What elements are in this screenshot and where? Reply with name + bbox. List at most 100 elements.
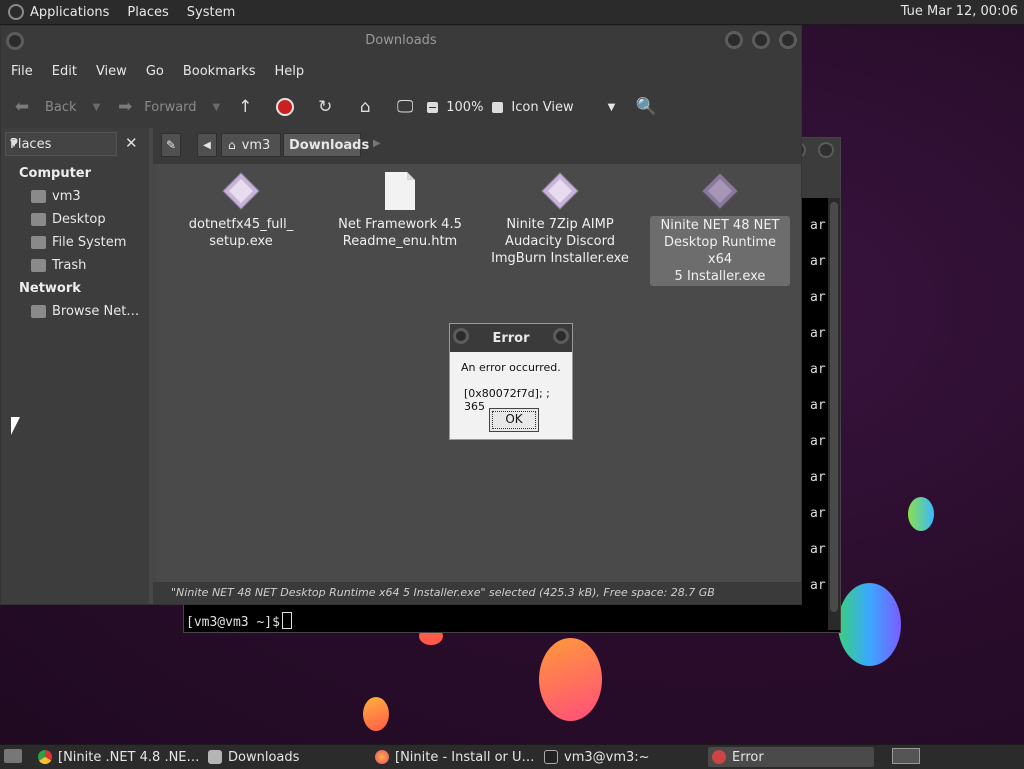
workspace-switcher-icon[interactable] xyxy=(892,748,920,764)
file-item[interactable]: Ninite 7Zip AIMP Audacity Discord ImgBur… xyxy=(490,164,630,267)
terminal-scroll-thumb[interactable] xyxy=(830,202,838,612)
task-terminal[interactable]: vm3@vm3:~ xyxy=(544,747,694,767)
view-mode-select[interactable]: Icon View ▼ xyxy=(511,100,615,115)
chevron-left-icon: ◀ xyxy=(203,139,211,151)
task-label: Error xyxy=(732,749,764,765)
network-icon xyxy=(31,305,46,318)
terminal-line: ar xyxy=(810,218,826,233)
section-computer: Computer xyxy=(19,166,92,181)
menu-system[interactable]: System xyxy=(187,5,235,20)
dialog-titlebar[interactable]: Error xyxy=(450,324,572,352)
menu-bookmarks[interactable]: Bookmarks xyxy=(183,64,256,79)
places-sidebar: Places ▼ ✕ Computer vm3 Desktop File Sys… xyxy=(1,128,149,604)
terminal-prompt[interactable]: [vm3@vm3 ~]$ xyxy=(186,612,292,630)
minimize-button[interactable] xyxy=(725,31,743,49)
zoom-out-icon[interactable] xyxy=(424,96,440,118)
terminal-line: ar xyxy=(810,398,826,413)
edit-location-button[interactable]: ✎ xyxy=(161,133,181,157)
os-logo-icon[interactable] xyxy=(8,4,24,20)
sidebar-item-vm3[interactable]: vm3 xyxy=(31,189,81,204)
path-label: Downloads xyxy=(289,137,370,153)
sidebar-item-trash[interactable]: Trash xyxy=(31,258,86,273)
path-scroll-right-icon[interactable]: ▶ xyxy=(373,138,381,149)
exe-file-icon xyxy=(222,172,260,210)
path-scroll-left-button[interactable]: ◀ xyxy=(197,133,217,157)
sidebar-item-label: vm3 xyxy=(52,189,81,204)
chevron-down-icon: ▼ xyxy=(607,101,616,113)
task-label: vm3@vm3:~ xyxy=(564,749,650,765)
mouse-pointer-icon xyxy=(11,417,20,435)
menu-go[interactable]: Go xyxy=(146,64,164,79)
zoom-level: 100% xyxy=(446,99,484,115)
view-mode-label: Icon View xyxy=(511,99,574,115)
exe-file-icon xyxy=(701,172,739,210)
sidebar-close-icon[interactable]: ✕ xyxy=(125,134,138,152)
zoom-in-icon[interactable] xyxy=(489,96,505,118)
terminal-line: ar xyxy=(810,362,826,377)
forward-label: Forward xyxy=(144,99,197,115)
error-message: An error occurred. xyxy=(461,361,561,374)
file-item[interactable]: dotnetfx45_full_ setup.exe xyxy=(171,164,311,250)
status-bar: "Ninite NET 48 NET Desktop Runtime x64 5… xyxy=(153,582,801,604)
terminal-cursor xyxy=(281,612,292,629)
dialog-close-button[interactable] xyxy=(553,328,569,344)
terminal-close-button[interactable] xyxy=(818,142,834,158)
terminal-line: ar xyxy=(810,578,826,593)
menu-applications[interactable]: Applications xyxy=(30,5,109,20)
menu-help[interactable]: Help xyxy=(274,64,304,79)
arrow-left-icon: ⬅ xyxy=(14,97,30,117)
terminal-line: ar xyxy=(810,434,826,449)
file-item-selected[interactable]: Ninite NET 48 NET Desktop Runtime x64 5 … xyxy=(650,164,790,286)
sidebar-mode-select[interactable]: Places ▼ xyxy=(5,132,117,156)
forward-history-dropdown-icon[interactable]: ▼ xyxy=(213,102,221,113)
sidebar-item-file-system[interactable]: File System xyxy=(31,235,126,250)
decor-bubble xyxy=(908,497,934,531)
stop-icon[interactable] xyxy=(274,96,296,118)
fm-titlebar[interactable]: Downloads xyxy=(1,26,801,56)
task-chrome[interactable]: [Ninite .NET 4.8 .NE… xyxy=(38,747,198,767)
fm-toolbar: ⬅ Back ▼ ➡ Forward ▼ ↑ ↻ ⌂ 🖵 100% Icon V… xyxy=(1,86,801,128)
home-icon[interactable]: ⌂ xyxy=(354,96,376,118)
folder-icon xyxy=(208,750,222,764)
window-title: Downloads xyxy=(365,33,437,48)
sidebar-item-browse-network[interactable]: Browse Net… xyxy=(31,304,139,319)
terminal-line: ar xyxy=(810,506,826,521)
menu-places[interactable]: Places xyxy=(127,5,168,20)
trash-icon xyxy=(31,259,46,272)
edit-icon: ✎ xyxy=(165,138,177,152)
home-folder-icon: ⌂ xyxy=(228,138,236,152)
file-name: Net Framework 4.5 Readme_enu.htm xyxy=(338,217,462,249)
ok-button[interactable]: OK xyxy=(489,408,539,432)
menu-view[interactable]: View xyxy=(96,64,127,79)
path-button-downloads[interactable]: Downloads xyxy=(283,133,369,157)
forward-button[interactable]: ➡ Forward ▼ xyxy=(114,96,220,118)
file-manager-window: Downloads File Edit View Go Bookmarks He… xyxy=(0,25,802,605)
file-name: dotnetfx45_full_ setup.exe xyxy=(188,217,294,249)
search-icon[interactable]: 🔍 xyxy=(635,96,657,118)
sidebar-item-label: Desktop xyxy=(52,212,106,227)
decor-bubble xyxy=(838,583,901,666)
computer-icon[interactable]: 🖵 xyxy=(394,96,416,118)
sidebar-item-label: Trash xyxy=(52,258,87,273)
back-history-dropdown-icon[interactable]: ▼ xyxy=(93,102,101,113)
close-button[interactable] xyxy=(779,31,797,49)
reload-icon[interactable]: ↻ xyxy=(314,96,336,118)
top-panel: Applications Places System Tue Mar 12, 0… xyxy=(0,0,1024,25)
path-button-vm3[interactable]: ⌂ vm3 xyxy=(221,133,281,157)
task-error[interactable]: Error xyxy=(708,747,874,767)
sidebar-item-desktop[interactable]: Desktop xyxy=(31,212,106,227)
terminal-line: ar xyxy=(810,326,826,341)
back-button[interactable]: ⬅ Back ▼ xyxy=(11,96,100,118)
decor-bubble xyxy=(539,638,602,721)
menu-file[interactable]: File xyxy=(11,64,33,79)
task-firefox[interactable]: [Ninite - Install or U… xyxy=(375,747,535,767)
task-downloads[interactable]: Downloads xyxy=(208,747,358,767)
up-arrow-icon[interactable]: ↑ xyxy=(234,96,256,118)
show-desktop-icon[interactable] xyxy=(4,749,22,763)
document-file-icon xyxy=(381,172,419,210)
clock[interactable]: Tue Mar 12, 00:06 xyxy=(901,4,1018,19)
menu-edit[interactable]: Edit xyxy=(52,64,77,79)
task-label: [Ninite - Install or U… xyxy=(395,749,535,765)
file-item[interactable]: Net Framework 4.5 Readme_enu.htm xyxy=(330,164,470,250)
maximize-button[interactable] xyxy=(752,31,770,49)
